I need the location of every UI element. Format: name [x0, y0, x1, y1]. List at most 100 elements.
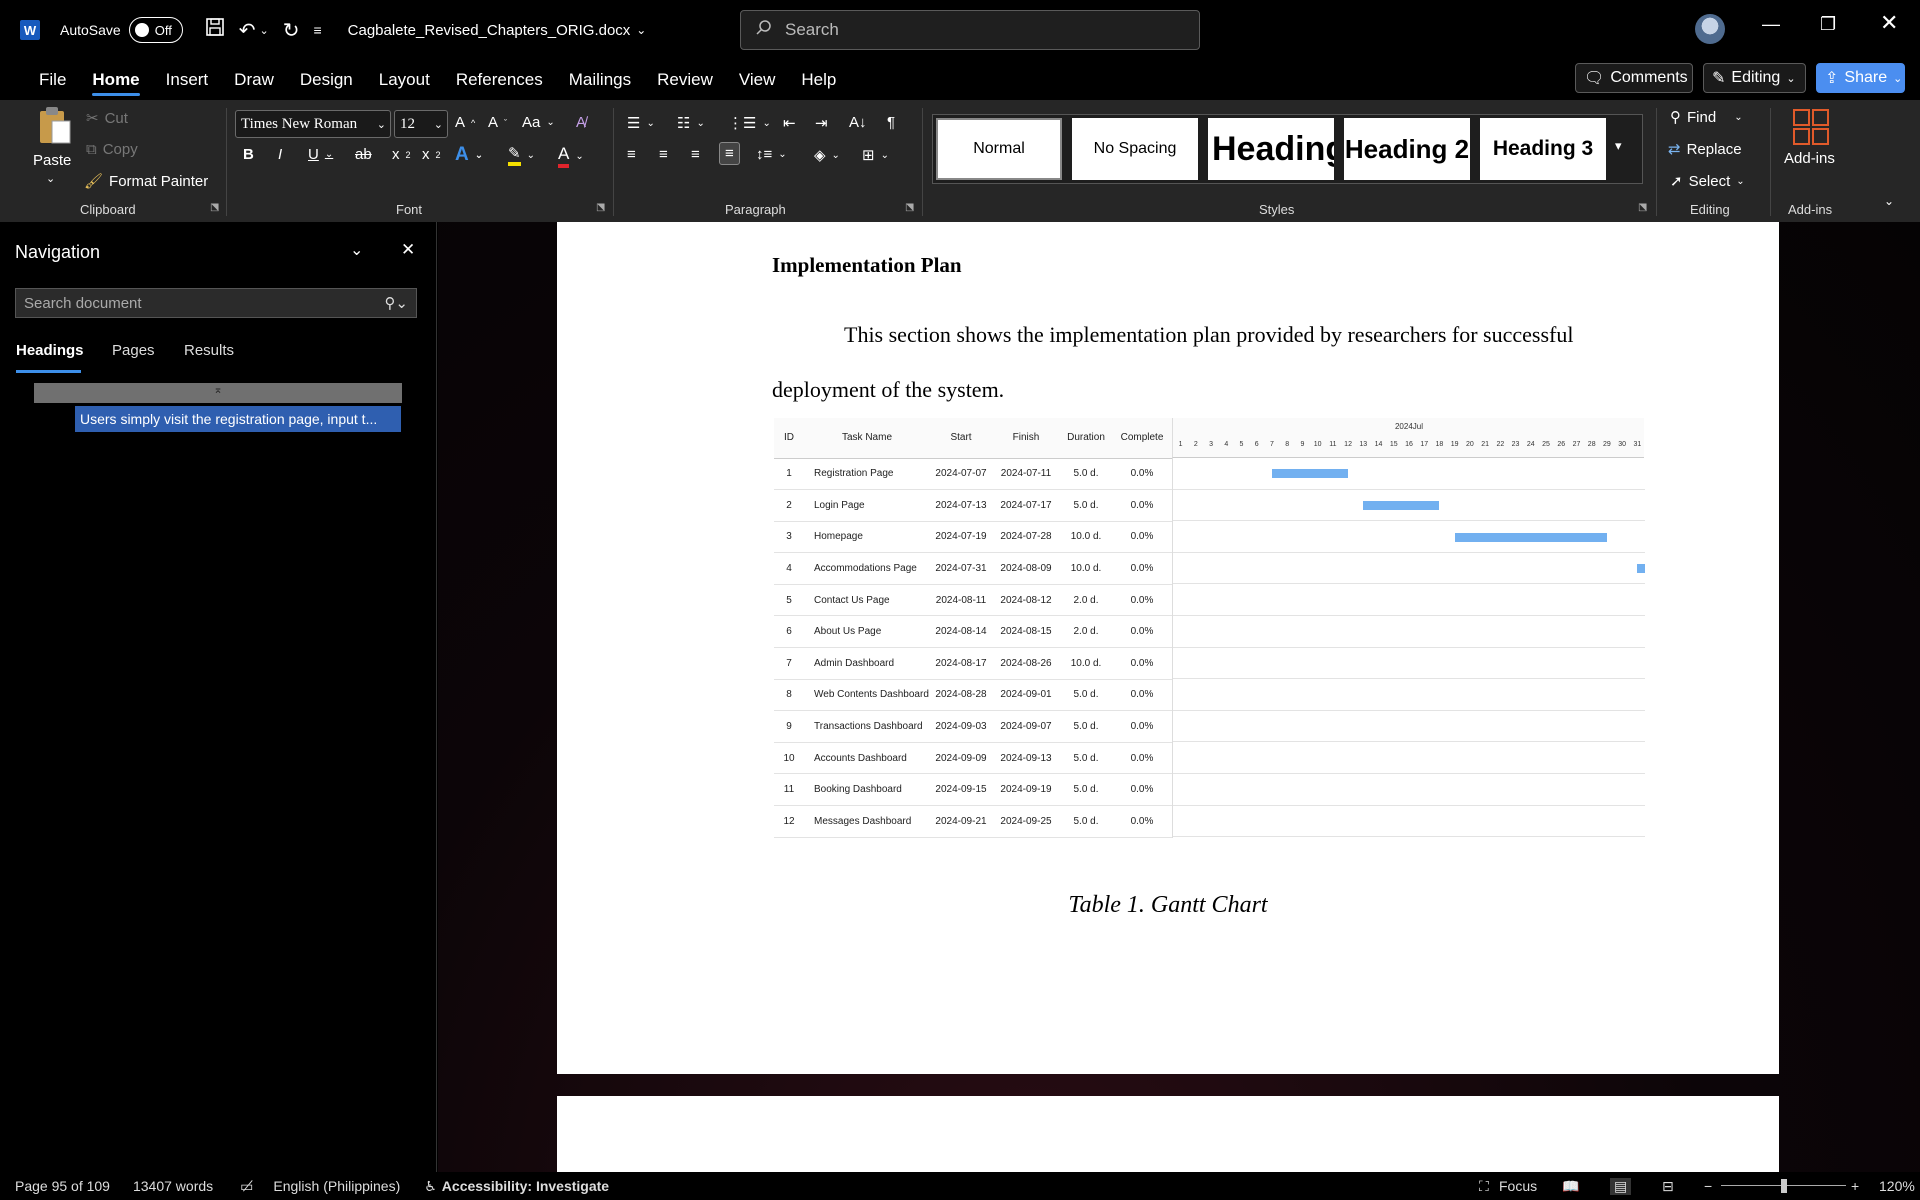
tab-view[interactable]: View [726, 60, 789, 100]
replace-button[interactable]: ⇄ Replace [1668, 140, 1742, 159]
zoom-out-icon[interactable]: − [1704, 1178, 1712, 1194]
web-layout-icon[interactable]: ⊟ [1662, 1178, 1674, 1195]
font-color-icon[interactable]: A ⌄ [558, 144, 584, 168]
focus-button[interactable]: Focus [1499, 1178, 1537, 1194]
font-name-select[interactable]: Times New Roman ⌄ [235, 110, 391, 138]
style-no-spacing[interactable]: No Spacing [1072, 118, 1198, 180]
table-caption[interactable]: Table 1. Gantt Chart [557, 892, 1779, 919]
styles-launcher-icon[interactable]: ⬔ [1638, 202, 1647, 213]
avatar[interactable] [1695, 14, 1725, 44]
paragraph-launcher-icon[interactable]: ⬔ [905, 202, 914, 213]
close-pane-icon[interactable]: ✕ [401, 240, 415, 260]
redo-icon[interactable]: ↻ [283, 18, 300, 43]
read-mode-icon[interactable]: 📖 [1562, 1178, 1579, 1195]
paste-button[interactable]: Paste [33, 152, 71, 169]
save-icon[interactable] [205, 17, 225, 43]
multilevel-list-icon[interactable]: ⋮☰ ⌄ [728, 114, 771, 132]
bullets-icon[interactable]: ☰ ⌄ [627, 114, 655, 132]
gantt-bar[interactable] [1454, 532, 1607, 542]
search-input[interactable]: Search [740, 10, 1200, 50]
add-ins-icon[interactable] [1792, 108, 1830, 146]
numbering-icon[interactable]: ☷ ⌄ [677, 114, 705, 132]
change-case-icon[interactable]: Aa ⌄ [522, 114, 555, 131]
restore-icon[interactable]: ❐ [1820, 14, 1836, 35]
justify-icon[interactable]: ≡ [719, 142, 740, 165]
proofing-icon[interactable]: ▭̸ [240, 1178, 253, 1195]
copy-button[interactable]: ⧉ Copy [86, 141, 138, 158]
minimize-icon[interactable]: — [1762, 14, 1780, 35]
gantt-chart[interactable]: ID Task Name Start Finish Duration Compl… [774, 418, 1645, 838]
tab-insert[interactable]: Insert [153, 60, 222, 100]
style-heading-1[interactable]: Heading [1208, 118, 1334, 180]
tab-help[interactable]: Help [788, 60, 849, 100]
increase-indent-icon[interactable]: ⇥ [815, 114, 828, 132]
editing-mode-button[interactable]: ✎ Editing ⌄ [1703, 63, 1806, 93]
bold-icon[interactable]: B [243, 146, 254, 163]
tab-pages[interactable]: Pages [112, 342, 155, 359]
shading-icon[interactable]: ◈ ⌄ [814, 146, 840, 164]
word-count[interactable]: 13407 words [133, 1178, 213, 1194]
gantt-bar[interactable] [1271, 469, 1349, 479]
zoom-in-icon[interactable]: + [1851, 1178, 1859, 1194]
italic-icon[interactable]: I [278, 146, 282, 163]
clipboard-launcher-icon[interactable]: ⬔ [210, 202, 219, 213]
accessibility-status[interactable]: Accessibility: Investigate [442, 1178, 609, 1194]
print-layout-icon[interactable]: ▤ [1610, 1177, 1632, 1195]
line-spacing-icon[interactable]: ↕≡ ⌄ [756, 146, 787, 163]
tab-results[interactable]: Results [184, 342, 234, 359]
tab-mailings[interactable]: Mailings [556, 60, 644, 100]
grow-font-icon[interactable]: A ^ [455, 114, 475, 131]
tab-layout[interactable]: Layout [366, 60, 443, 100]
tab-references[interactable]: References [443, 60, 556, 100]
share-button[interactable]: ⇪ Share ⌄ [1816, 63, 1905, 93]
close-icon[interactable]: ✕ [1880, 10, 1898, 36]
page-count[interactable]: Page 95 of 109 [15, 1178, 110, 1194]
body-text-line[interactable]: This section shows the implementation pl… [844, 322, 1573, 348]
tab-draw[interactable]: Draw [221, 60, 287, 100]
pane-options-icon[interactable]: ⌄ [350, 240, 363, 260]
heading-item[interactable]: Users simply visit the registration page… [75, 406, 401, 432]
decrease-indent-icon[interactable]: ⇤ [783, 114, 796, 132]
search-options-icon[interactable]: ⚲⌄ [384, 294, 408, 312]
gantt-bar[interactable] [1363, 500, 1440, 510]
collapse-all-bar[interactable]: ⌅ [34, 383, 402, 403]
style-normal[interactable]: Normal [936, 118, 1062, 180]
style-heading-3[interactable]: Heading 3 [1480, 118, 1606, 180]
tab-design[interactable]: Design [287, 60, 366, 100]
customize-toolbar-icon[interactable]: ≡ [313, 22, 321, 38]
shrink-font-icon[interactable]: Aˇ [488, 114, 507, 131]
body-text-line[interactable]: deployment of the system. [772, 377, 1004, 403]
tab-home[interactable]: Home [79, 60, 152, 100]
add-ins-button[interactable]: Add-ins [1784, 150, 1835, 167]
style-heading-2[interactable]: Heading 2 [1344, 118, 1470, 180]
undo-icon[interactable]: ↶ [239, 18, 256, 43]
select-button[interactable]: ➚ Select ⌄ [1670, 172, 1745, 191]
gantt-bar[interactable] [1637, 564, 1645, 574]
collapse-ribbon-icon[interactable]: ⌄ [1884, 194, 1894, 208]
tab-review[interactable]: Review [644, 60, 726, 100]
document-filename[interactable]: Cagbalete_Revised_Chapters_ORIG.docx [348, 22, 631, 39]
format-painter-button[interactable]: 🖌 Format Painter [84, 172, 208, 191]
font-size-select[interactable]: 12 ⌄ [394, 110, 448, 138]
find-button[interactable]: ⚲ Find ⌄ [1670, 108, 1743, 127]
align-center-icon[interactable]: ≡ [659, 146, 668, 163]
cut-button[interactable]: ✂ Cut [86, 109, 128, 128]
superscript-icon[interactable]: x2 [422, 146, 441, 163]
filename-chevron-icon[interactable]: ⌄ [636, 23, 646, 37]
font-launcher-icon[interactable]: ⬔ [596, 202, 605, 213]
borders-icon[interactable]: ⊞ ⌄ [862, 146, 889, 164]
paste-dropdown-icon[interactable]: ⌄ [46, 172, 55, 185]
section-heading[interactable]: Implementation Plan [772, 253, 962, 278]
strikethrough-icon[interactable]: ab [355, 146, 372, 163]
text-effects-icon[interactable]: A ⌄ [455, 144, 483, 166]
comments-button[interactable]: 🗨 Comments [1575, 63, 1693, 93]
search-document-input[interactable]: Search document ⚲⌄ [15, 288, 417, 318]
subscript-icon[interactable]: x2 [392, 146, 411, 163]
tab-file[interactable]: File [26, 60, 79, 100]
align-left-icon[interactable]: ≡ [627, 146, 636, 163]
underline-icon[interactable]: U ⌄ [308, 146, 333, 163]
paste-icon[interactable] [36, 106, 76, 146]
zoom-slider-thumb[interactable] [1780, 1179, 1787, 1193]
language-indicator[interactable]: English (Philippines) [273, 1178, 400, 1194]
highlight-icon[interactable]: ✎ ⌄ [508, 144, 535, 166]
